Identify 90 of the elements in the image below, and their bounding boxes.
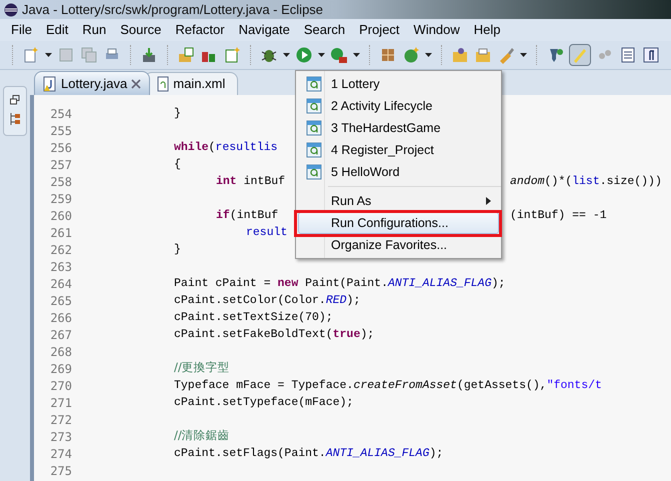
toggle-highlight-button[interactable] [569, 44, 591, 66]
caret-icon[interactable] [520, 53, 527, 57]
line-number: 270 [49, 378, 73, 394]
line-number: 262 [49, 242, 73, 258]
menu-item[interactable]: File [4, 20, 39, 40]
new-class-icon[interactable] [402, 46, 420, 64]
restore-icon[interactable] [10, 95, 20, 105]
caret-icon[interactable] [283, 53, 290, 57]
code-line: } [174, 242, 181, 258]
code-line: int intBuf [216, 174, 286, 190]
code-line: //清除鋸齒 [174, 427, 230, 444]
hierarchy-icon[interactable] [9, 113, 21, 126]
code-line: cPaint.setFlags(Paint.ANTI_ALIAS_FLAG); [174, 446, 444, 462]
code-line: { [174, 156, 181, 173]
menu-item[interactable]: 1 Lottery [298, 73, 499, 95]
line-number: 268 [49, 344, 73, 360]
run-icon[interactable] [295, 46, 313, 64]
line-number: 266 [49, 310, 73, 326]
app-icon [306, 164, 322, 180]
close-icon[interactable] [131, 78, 142, 88]
window-title: Java - Lottery/src/swk/program/Lottery.java - Eclipse [22, 0, 324, 19]
menu-item[interactable]: Navigate [232, 20, 297, 40]
xml-file-icon [157, 76, 170, 92]
code-line: result [246, 224, 288, 241]
code-line: Typeface mFace = Typeface.createFromAsset(getAssets(),"fonts/t [174, 378, 602, 394]
menu-item[interactable]: Run As [298, 190, 499, 212]
code-line: //更換字型 [174, 359, 230, 376]
new-project-icon[interactable] [177, 46, 195, 64]
app-icon [306, 120, 322, 136]
highlighter-icon [572, 47, 588, 63]
folder-icon[interactable] [474, 46, 492, 64]
line-number: 258 [49, 174, 73, 190]
code-line: cPaint.setTextSize(70); [174, 310, 333, 326]
menu-item[interactable]: Search [296, 20, 352, 40]
eclipse-logo-icon [4, 2, 18, 16]
menu-item[interactable]: 5 HelloWord [298, 161, 499, 183]
menu-item[interactable]: Source [113, 20, 168, 40]
pilcrow-icon[interactable] [642, 46, 660, 64]
line-number: 259 [49, 190, 73, 208]
submenu-arrow-icon [486, 197, 491, 205]
line-number: 254 [49, 106, 73, 122]
code-line: (intBuf) == -1 [510, 208, 607, 224]
line-number: 257 [49, 156, 73, 174]
java-file-icon [43, 76, 57, 92]
app-icon [306, 76, 322, 92]
caret-icon[interactable] [425, 53, 432, 57]
menu-item[interactable]: Project [352, 20, 407, 40]
menu-item[interactable]: 4 Register_Project [298, 139, 499, 161]
code-line: } [174, 106, 181, 122]
app-icon [306, 142, 322, 158]
menu-item[interactable]: Edit [38, 20, 76, 40]
line-number: 255 [49, 122, 73, 140]
line-number: 263 [49, 258, 73, 276]
app-icon [306, 98, 322, 114]
code-line: Paint cPaint = new Paint(Paint.ANTI_ALIAS_FLAG); [174, 276, 506, 292]
caret-icon[interactable] [318, 53, 325, 57]
caret-icon[interactable] [45, 53, 52, 57]
line-number: 275 [49, 462, 73, 480]
document-icon[interactable] [619, 46, 637, 64]
menu-item[interactable]: 2 Activity Lifecycle [298, 95, 499, 117]
line-number: 264 [49, 276, 73, 292]
menu-item[interactable]: Help [466, 20, 508, 40]
code-line: andom()*(list.size())) [510, 174, 662, 190]
download-icon[interactable] [140, 46, 158, 64]
package-icon[interactable] [379, 46, 397, 64]
code-line: while(resultlis [174, 140, 278, 156]
code-line: cPaint.setColor(Color.RED); [174, 292, 360, 309]
menu-item[interactable]: Refactor [168, 20, 232, 40]
line-number: 274 [49, 446, 73, 462]
caret-icon[interactable] [353, 53, 360, 57]
line-number: 261 [49, 224, 73, 242]
line-number: 269 [49, 360, 73, 378]
menu-item[interactable]: 3 TheHardestGame [298, 117, 499, 139]
open-folder-icon[interactable] [451, 46, 469, 64]
line-number: 267 [49, 326, 73, 344]
editor-tab[interactable]: Lottery.java [34, 71, 150, 95]
line-number: 265 [49, 292, 73, 310]
new-class-icon[interactable] [223, 46, 241, 64]
line-number: 272 [49, 412, 73, 428]
new-file-icon[interactable] [22, 46, 40, 64]
code-line: cPaint.setFakeBoldText(true); [174, 326, 374, 343]
line-number: 256 [49, 140, 73, 156]
code-line: if(intBuf [216, 208, 278, 224]
line-number: 273 [49, 428, 73, 446]
menu-item[interactable]: Organize Favorites... [298, 234, 499, 256]
menu-item[interactable]: Window [406, 20, 467, 40]
line-number: 271 [49, 394, 73, 412]
code-line: cPaint.setTypeface(mFace); [174, 394, 354, 411]
line-number: 260 [49, 208, 73, 224]
menu-item[interactable]: Run [75, 20, 114, 40]
